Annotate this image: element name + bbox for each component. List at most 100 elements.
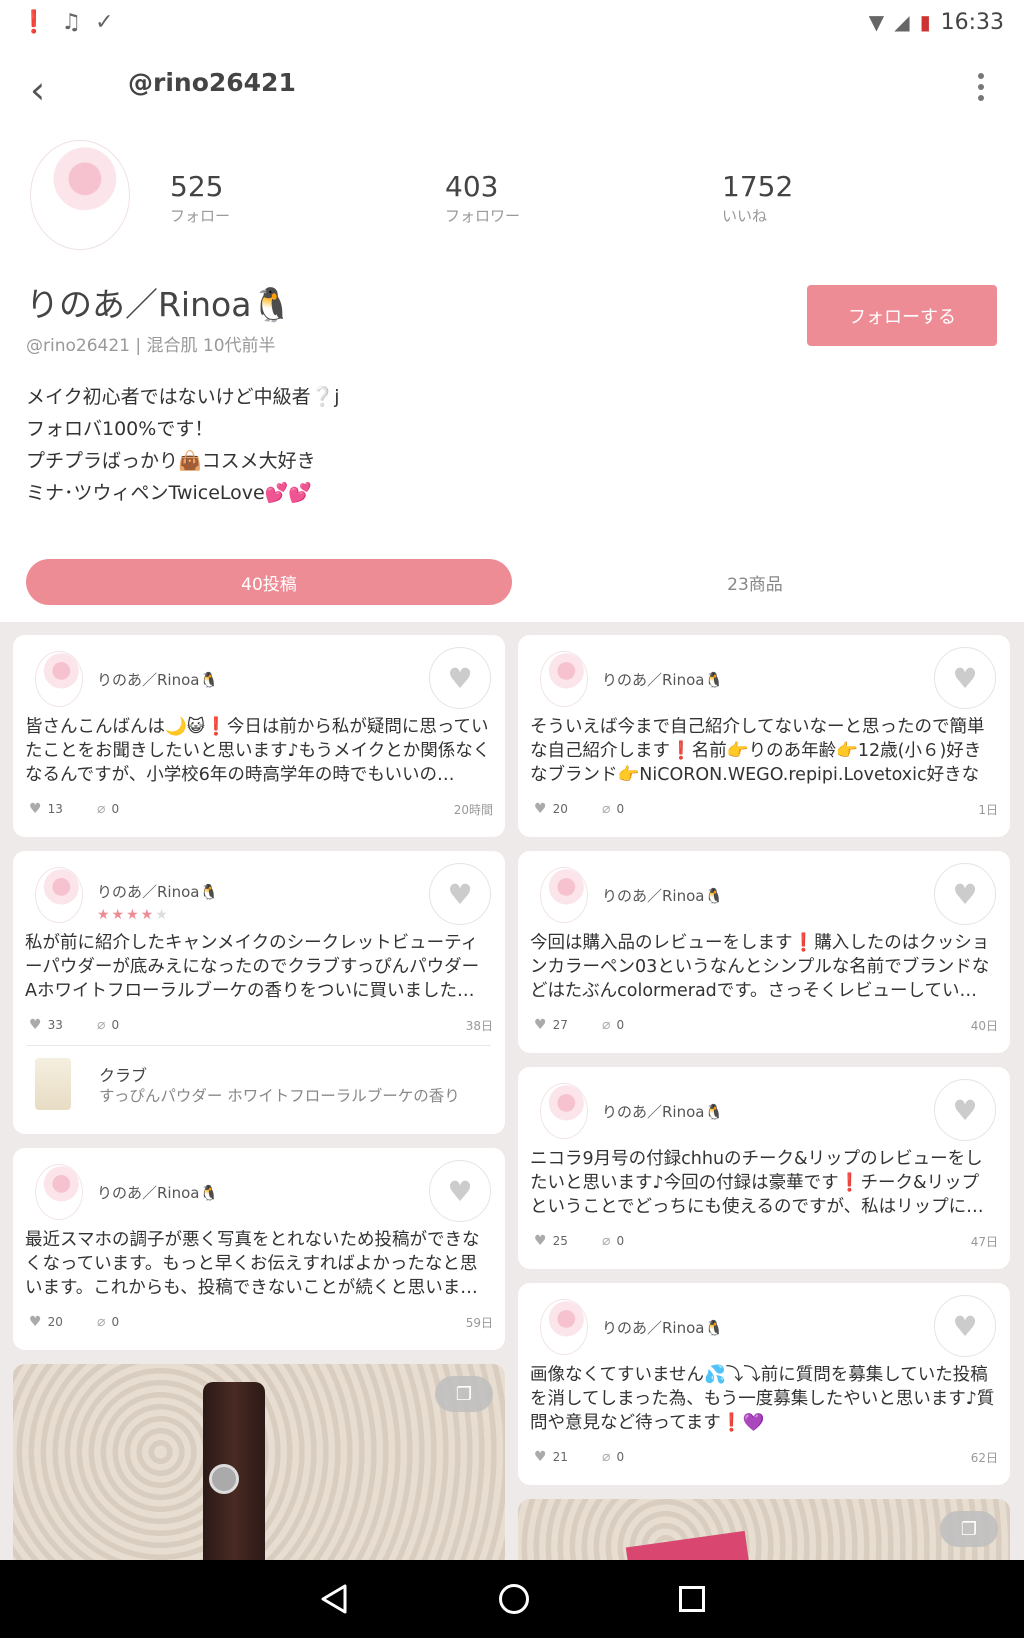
- stat-likes[interactable]: 1752 いいね: [722, 170, 793, 226]
- stat-following[interactable]: 525 フォロー: [170, 170, 230, 226]
- post-author[interactable]: りのあ／Rinoa🐧: [602, 1317, 723, 1338]
- app-header: ‹ @rino26421: [0, 60, 1024, 120]
- post-time: 62日: [970, 1451, 998, 1465]
- clip-count-group: ⌀ 0: [602, 801, 624, 817]
- nav-recent-apps-icon[interactable]: [679, 1586, 705, 1612]
- avatar[interactable]: [35, 867, 83, 923]
- alert-icon: ❗: [20, 9, 48, 35]
- like-button[interactable]: ♥: [934, 863, 996, 925]
- follow-button[interactable]: フォローする: [807, 285, 997, 346]
- product-photo: [625, 1530, 751, 1560]
- post-feed[interactable]: りのあ／Rinoa🐧 ♥ 皆さんこんばんは🌙😺❗今日は前から私が疑問に思っていた…: [0, 622, 1024, 1560]
- like-count: 25: [552, 1234, 568, 1248]
- post-photo-card[interactable]: ❐: [518, 1499, 1010, 1560]
- post-footer: ♥ 21 ⌀ 0 62日: [518, 1435, 1010, 1477]
- post-text: 画像なくてすいません💦⤵⤵前に質問を募集していた投稿を消してしまった為、もう一度…: [530, 1365, 995, 1433]
- post-card[interactable]: りのあ／Rinoa🐧 ♥ 皆さんこんばんは🌙😺❗今日は前から私が疑問に思っていた…: [13, 635, 505, 837]
- heart-icon: ♥: [952, 1309, 978, 1343]
- profile-avatar: [30, 140, 130, 250]
- post-text: 皆さんこんばんは🌙😺❗今日は前から私が疑問に思っていたことをお聞きしたいと思いま…: [25, 717, 491, 785]
- multiple-images-icon: ❐: [435, 1376, 493, 1412]
- clip-count: 0: [111, 802, 120, 816]
- heart-icon: ♥: [534, 1017, 547, 1033]
- like-button[interactable]: ♥: [934, 1295, 996, 1357]
- tagged-product[interactable]: クラブ すっぴんパウダー ホワイトフローラルブーケの香り: [27, 1045, 491, 1121]
- multiple-images-icon: ❐: [940, 1511, 998, 1547]
- like-button[interactable]: ♥: [429, 647, 491, 709]
- avatar[interactable]: [540, 867, 588, 923]
- post-footer: ♥ 27 ⌀ 0 40日: [518, 1003, 1010, 1045]
- product-name: すっぴんパウダー ホワイトフローラルブーケの香り: [99, 1087, 460, 1105]
- product-logo: [209, 1464, 239, 1494]
- tab-posts[interactable]: 40投稿: [26, 559, 512, 605]
- post-card[interactable]: りのあ／Rinoa🐧 ♥ 今回は購入品のレビューをします❗購入したのはクッション…: [518, 851, 1010, 1053]
- more-options-icon[interactable]: [976, 68, 986, 112]
- post-card[interactable]: りのあ／Rinoa🐧 ♥ そういえば今まで自己紹介してないなーと思ったので簡単な…: [518, 635, 1010, 837]
- post-time: 38日: [465, 1019, 493, 1033]
- post-text: 今回は購入品のレビューをします❗購入したのはクッションカラーペン03というなんと…: [530, 933, 990, 1001]
- battery-icon: ▮: [919, 10, 931, 34]
- post-card[interactable]: りのあ／Rinoa🐧 ♥ 画像なくてすいません💦⤵⤵前に質問を募集していた投稿を…: [518, 1283, 1010, 1485]
- paperclip-icon: ⌀: [602, 1233, 611, 1249]
- paperclip-icon: ⌀: [97, 1017, 106, 1033]
- tab-products[interactable]: 23商品: [520, 559, 990, 605]
- stat-followers[interactable]: 403 フォロワー: [445, 170, 520, 226]
- heart-icon: ♥: [952, 877, 978, 911]
- like-count-group: ♥ 25: [534, 1233, 568, 1249]
- post-time: 47日: [970, 1235, 998, 1249]
- post-text: 私が前に紹介したキャンメイクのシークレットビューティーパウダーが底みえになったの…: [25, 933, 480, 1001]
- heart-icon: ♥: [29, 1017, 42, 1033]
- like-button[interactable]: ♥: [429, 863, 491, 925]
- like-button[interactable]: ♥: [934, 647, 996, 709]
- like-button[interactable]: ♥: [429, 1160, 491, 1222]
- avatar[interactable]: [35, 651, 83, 707]
- bio-line: ミナ･ツウィペンTwiceLove💕💕: [26, 482, 313, 504]
- paperclip-icon: ⌀: [602, 1017, 611, 1033]
- like-count-group: ♥ 21: [534, 1449, 568, 1465]
- nav-home-icon[interactable]: [499, 1584, 529, 1614]
- post-card-header: りのあ／Rinoa🐧 ♥: [518, 851, 1010, 931]
- nav-back-icon[interactable]: [319, 1583, 349, 1615]
- post-author[interactable]: りのあ／Rinoa🐧: [97, 1182, 218, 1203]
- post-card[interactable]: りのあ／Rinoa🐧 ★★★★★ ♥ 私が前に紹介したキャンメイクのシークレット…: [13, 851, 505, 1134]
- product-brand: クラブ: [99, 1066, 148, 1085]
- stat-label: フォロー: [170, 207, 231, 225]
- post-footer: ♥ 20 ⌀ 0 59日: [13, 1300, 505, 1342]
- avatar[interactable]: [540, 1083, 588, 1139]
- back-arrow-icon[interactable]: ‹: [30, 70, 70, 110]
- clip-count: 0: [616, 1234, 625, 1248]
- post-card[interactable]: りのあ／Rinoa🐧 ♥ 最近スマホの調子が悪く写真をとれないため投稿ができなく…: [13, 1148, 505, 1350]
- post-author[interactable]: りのあ／Rinoa🐧: [97, 881, 218, 902]
- profile-meta: @rino26421 | 混合肌 10代前半: [26, 336, 276, 356]
- heart-icon: ♥: [534, 801, 547, 817]
- paperclip-icon: ⌀: [97, 1314, 106, 1330]
- clip-count-group: ⌀ 0: [602, 1233, 624, 1249]
- avatar[interactable]: [540, 1299, 588, 1355]
- like-count: 20: [552, 802, 568, 816]
- clip-count-group: ⌀ 0: [97, 1314, 119, 1330]
- post-time: 1日: [978, 803, 998, 817]
- like-button[interactable]: ♥: [934, 1079, 996, 1141]
- notification-icon: ✓: [95, 9, 114, 35]
- post-card-header: りのあ／Rinoa🐧 ★★★★★ ♥: [13, 851, 505, 931]
- profile-display-name: りのあ／Rinoa🐧: [26, 285, 293, 324]
- stat-value: 525: [170, 170, 224, 203]
- notification-icon: ♫: [61, 9, 82, 35]
- heart-icon: ♥: [952, 1093, 978, 1127]
- post-photo-card[interactable]: ❐: [13, 1364, 505, 1560]
- post-author[interactable]: りのあ／Rinoa🐧: [602, 669, 723, 690]
- post-author[interactable]: りのあ／Rinoa🐧: [602, 885, 723, 906]
- post-author[interactable]: りのあ／Rinoa🐧: [97, 669, 218, 690]
- profile-bio: メイク初心者ではないけど中級者❔j フォロバ100%です！ プチプラばっかり👜コ…: [26, 381, 340, 509]
- heart-icon: ♥: [952, 661, 978, 695]
- post-card-header: りのあ／Rinoa🐧 ♥: [518, 635, 1010, 715]
- like-count-group: ♥ 20: [534, 801, 568, 817]
- post-author[interactable]: りのあ／Rinoa🐧: [602, 1101, 723, 1122]
- like-count: 27: [552, 1018, 568, 1032]
- like-count-group: ♥ 20: [29, 1314, 63, 1330]
- post-card[interactable]: りのあ／Rinoa🐧 ♥ ニコラ9月号の付録chhuのチーク&リップのレビューを…: [518, 1067, 1010, 1269]
- wifi-icon: ▼: [868, 10, 885, 34]
- avatar[interactable]: [540, 651, 588, 707]
- stat-label: いいね: [722, 207, 768, 225]
- avatar[interactable]: [35, 1164, 83, 1220]
